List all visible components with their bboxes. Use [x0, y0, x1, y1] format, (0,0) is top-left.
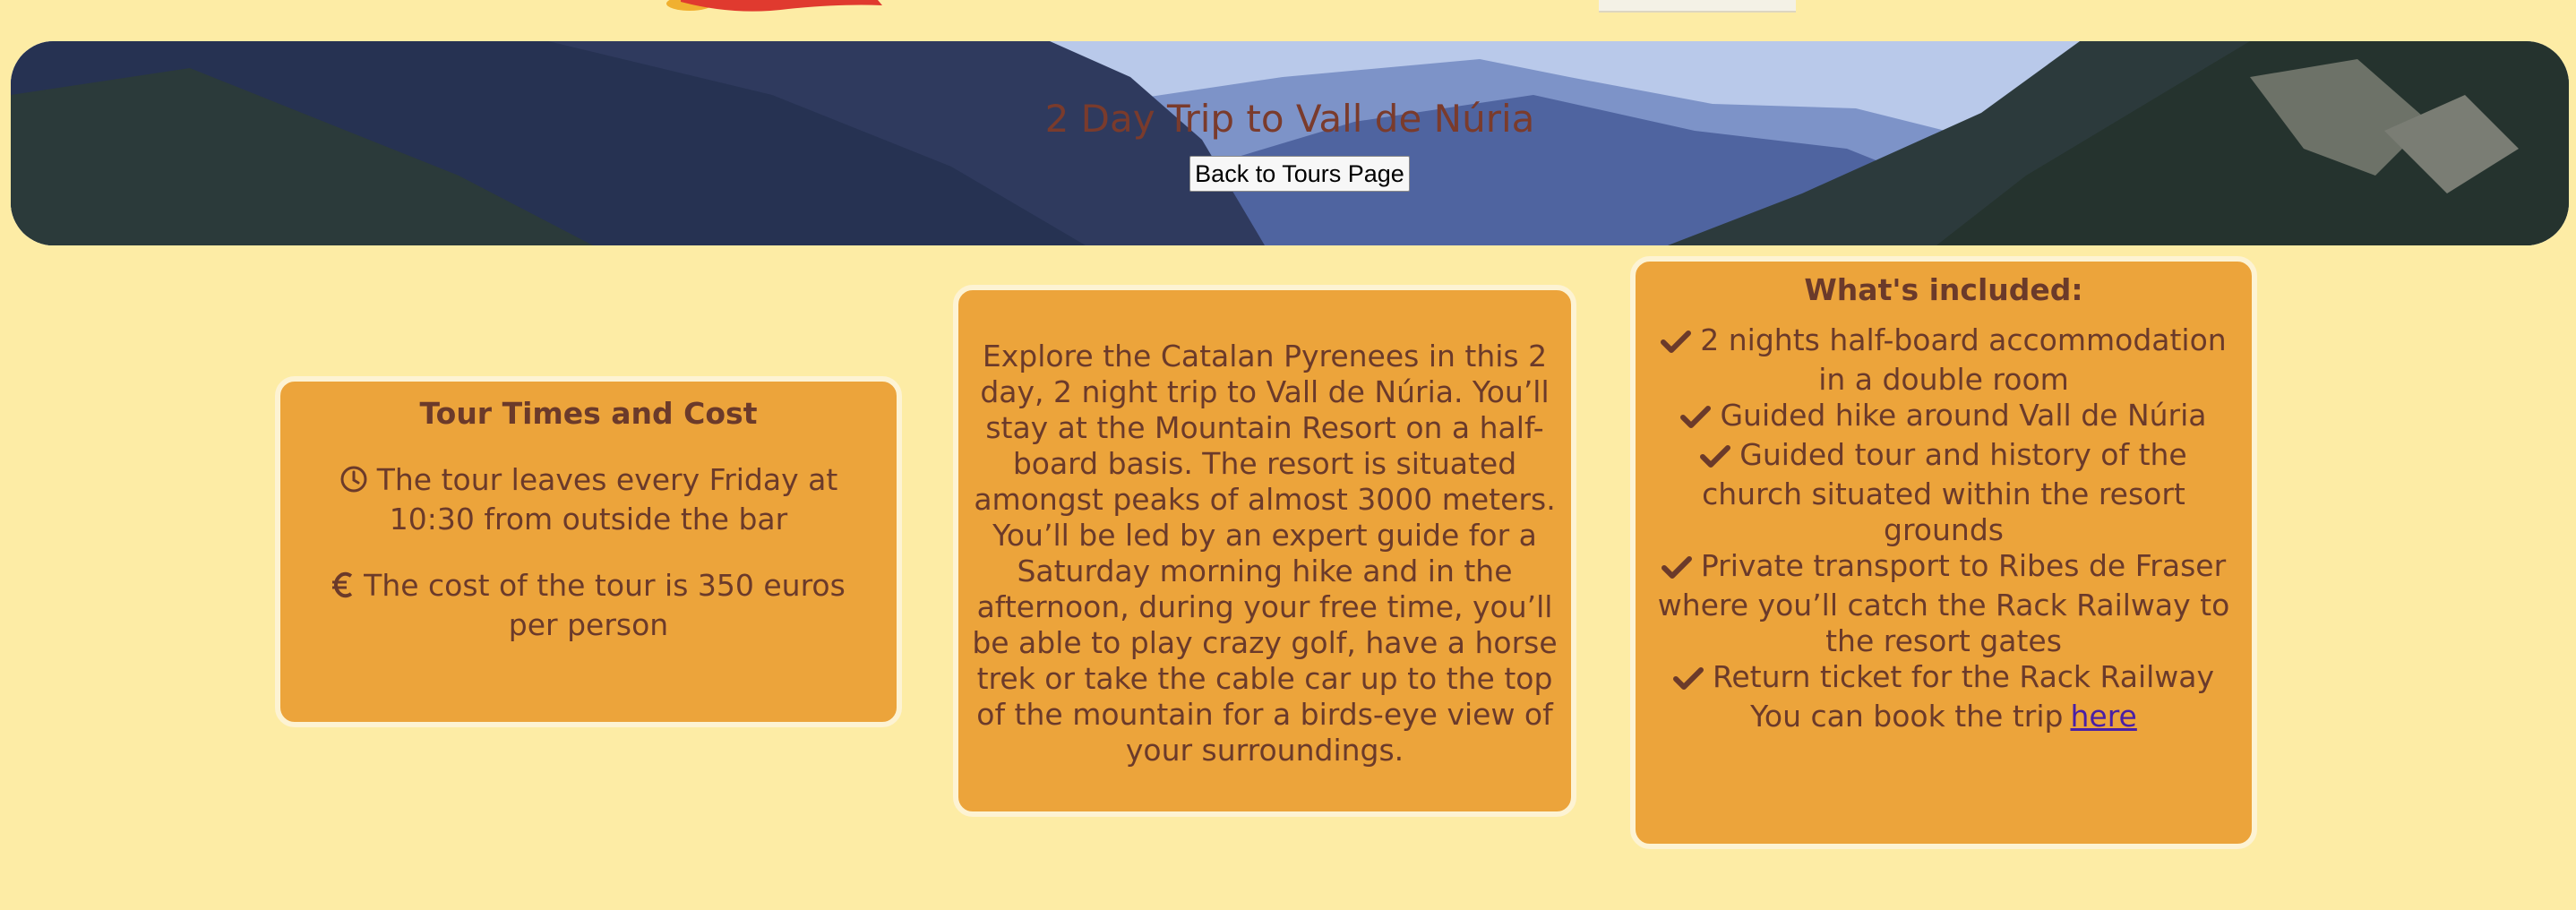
logo-splash	[666, 0, 882, 12]
booking-link[interactable]: here	[2070, 699, 2136, 734]
included-item: 2 nights half-board accommodation in a d…	[1657, 322, 2230, 398]
booking-line: You can book the trip here	[1657, 699, 2230, 734]
cost-text: The cost of the tour is 350 euros per pe…	[304, 568, 873, 643]
included-item-label: Guided tour and history of the church si…	[1702, 437, 2187, 547]
tour-times-card: Tour Times and Cost The tour leaves ever…	[275, 376, 902, 727]
included-item: Guided tour and history of the church si…	[1657, 437, 2230, 548]
check-icon	[1661, 552, 1692, 588]
hero-banner: 2 Day Trip to Vall de Núria Back to Tour…	[11, 41, 2569, 245]
included-card: What's included: 2 nights half-board acc…	[1630, 256, 2257, 849]
included-item-label: Guided hike around Vall de Núria	[1720, 398, 2207, 433]
departure-text: The tour leaves every Friday at 10:30 fr…	[304, 462, 873, 537]
included-item-label: 2 nights half-board accommodation in a d…	[1700, 322, 2227, 397]
included-item: Private transport to Ribes de Fraser whe…	[1657, 548, 2230, 659]
euro-icon	[331, 571, 355, 607]
included-item-label: Private transport to Ribes de Fraser whe…	[1657, 548, 2230, 658]
included-item: Return ticket for the Rack Railway	[1657, 659, 2230, 699]
description-card: Explore the Catalan Pyrenees in this 2 d…	[953, 285, 1576, 817]
mountain-landscape-image	[11, 41, 2569, 245]
back-to-tours-button[interactable]: Back to Tours Page	[1189, 156, 1410, 192]
included-heading: What's included:	[1804, 272, 2083, 307]
check-icon	[1680, 401, 1712, 437]
top-nav-strip	[1599, 0, 1796, 13]
check-icon	[1661, 326, 1692, 362]
included-item: Guided hike around Vall de Núria	[1657, 398, 2230, 437]
departure-label: The tour leaves every Friday at 10:30 fr…	[376, 462, 838, 537]
booking-text: You can book the trip	[1750, 699, 2064, 734]
check-icon	[1672, 663, 1704, 699]
page-title: 2 Day Trip to Vall de Núria	[1044, 97, 1535, 141]
clock-icon	[339, 465, 368, 502]
tour-times-heading: Tour Times and Cost	[419, 396, 758, 431]
cost-label: The cost of the tour is 350 euros per pe…	[364, 568, 846, 642]
tour-description: Explore the Catalan Pyrenees in this 2 d…	[972, 339, 1558, 768]
check-icon	[1700, 441, 1731, 476]
included-item-label: Return ticket for the Rack Railway	[1712, 659, 2215, 694]
